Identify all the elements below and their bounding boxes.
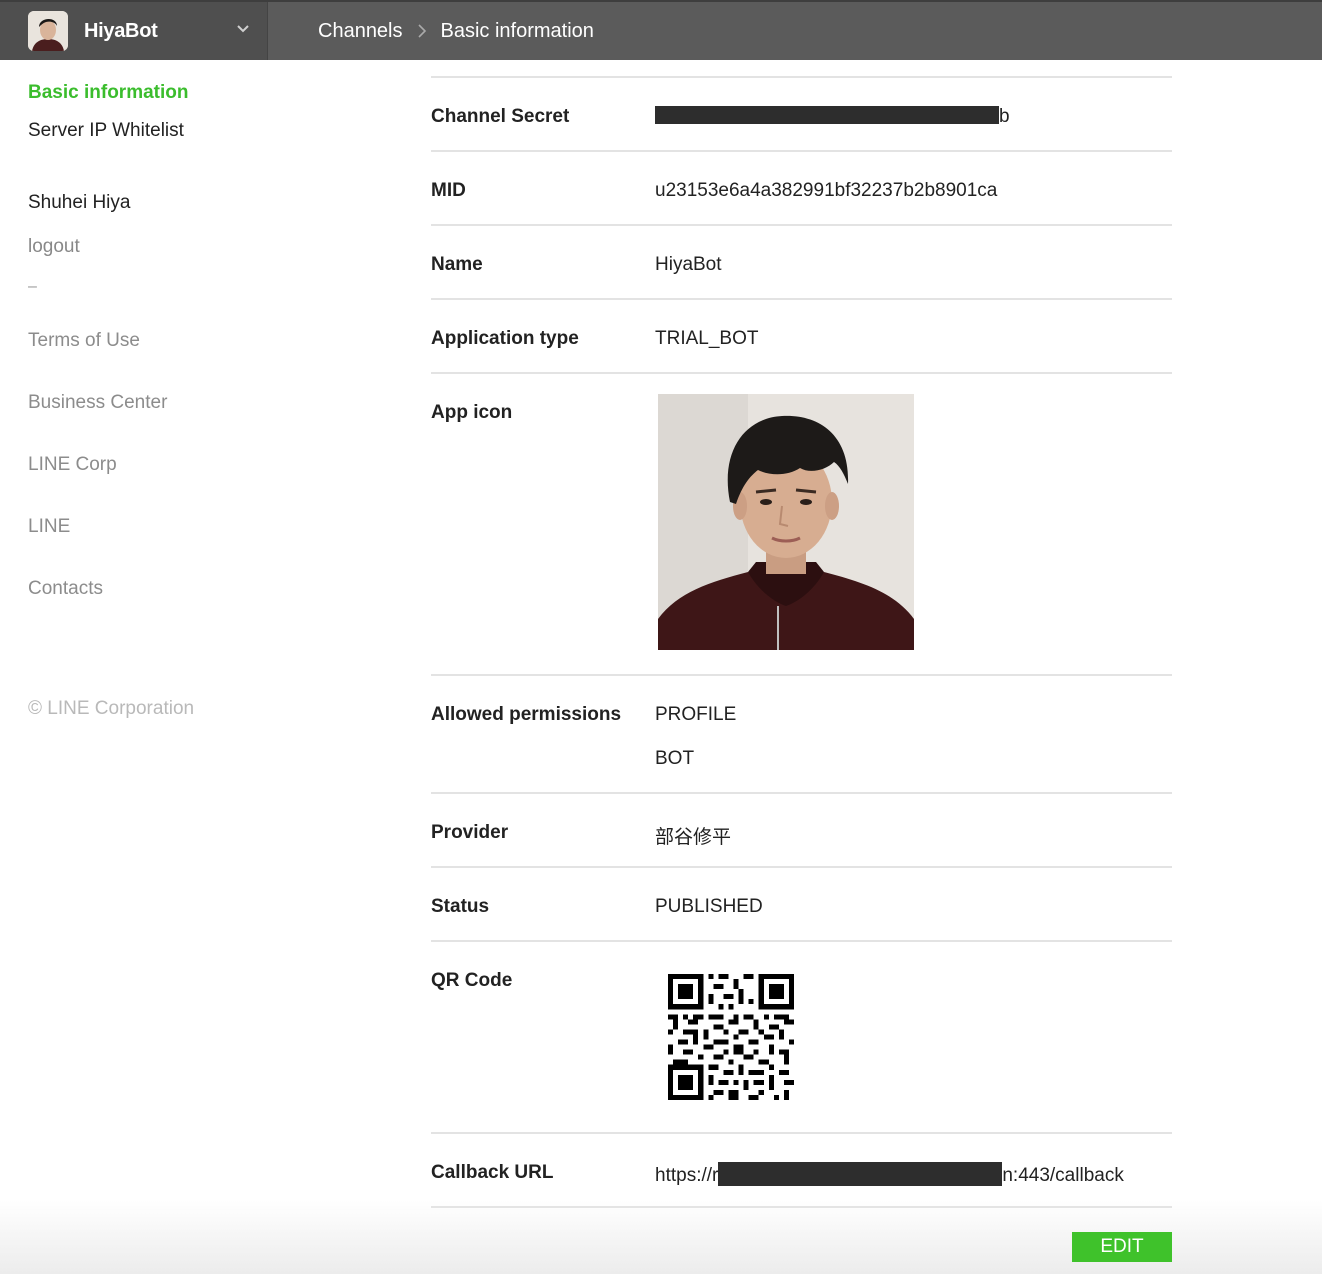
contacts-link[interactable]: Contacts <box>28 578 103 600</box>
row-mid: MID u23153e6a4a382991bf32237b2b8901ca <box>431 150 1172 224</box>
row-callback-url: Callback URL https://r n:443/callback <box>431 1132 1172 1206</box>
account-name: HiyaBot <box>84 20 158 42</box>
sidebar-divider: – <box>28 278 37 295</box>
row-qr-code: QR Code <box>431 940 1172 1132</box>
app-icon-image <box>658 394 914 650</box>
qr-code-image <box>668 974 794 1100</box>
provider-label: Provider <box>431 822 509 843</box>
business-center-link[interactable]: Business Center <box>28 392 167 414</box>
app-icon-label: App icon <box>431 402 513 423</box>
breadcrumb: Channels Basic information <box>318 20 594 43</box>
allowed-permissions-label: Allowed permissions <box>431 704 622 725</box>
breadcrumb-basic-information: Basic information <box>440 20 594 42</box>
mid-label: MID <box>431 180 466 201</box>
application-type-value: TRIAL_BOT <box>655 328 759 349</box>
permission-profile: PROFILE <box>655 704 737 725</box>
provider-value: 部谷修平 <box>655 827 732 848</box>
channel-secret-suffix: b <box>999 106 1010 127</box>
qr-code-label: QR Code <box>431 970 513 991</box>
redaction-bar <box>655 106 999 124</box>
row-allowed-permissions: Allowed permissions PROFILE BOT <box>431 674 1172 792</box>
breadcrumb-channels[interactable]: Channels <box>318 20 403 42</box>
callback-url-value: https://r n:443/callback <box>655 1162 1124 1187</box>
callback-url-label: Callback URL <box>431 1162 554 1183</box>
row-status: Status PUBLISHED <box>431 866 1172 940</box>
user-name: Shuhei Hiya <box>28 192 131 213</box>
top-bar: HiyaBot Channels Basic information <box>0 0 1322 60</box>
chevron-down-icon[interactable] <box>236 24 250 34</box>
line-link[interactable]: LINE <box>28 516 70 538</box>
logout-link[interactable]: logout <box>28 236 80 258</box>
edit-button[interactable]: EDIT <box>1072 1232 1172 1262</box>
row-name: Name HiyaBot <box>431 224 1172 298</box>
channel-secret-label: Channel Secret <box>431 106 570 127</box>
row-channel-secret: Channel Secret b <box>431 76 1172 150</box>
sidebar-item-server-ip-whitelist[interactable]: Server IP Whitelist <box>28 120 184 142</box>
application-type-label: Application type <box>431 328 579 349</box>
callback-url-suffix: n:443/callback <box>1002 1165 1124 1186</box>
line-corp-link[interactable]: LINE Corp <box>28 454 117 476</box>
redaction-bar <box>718 1162 1003 1186</box>
account-avatar <box>28 11 68 51</box>
mid-value: u23153e6a4a382991bf32237b2b8901ca <box>655 180 998 201</box>
name-value: HiyaBot <box>655 254 722 275</box>
status-label: Status <box>431 896 490 917</box>
name-label: Name <box>431 254 483 275</box>
status-value: PUBLISHED <box>655 896 763 917</box>
row-application-type: Application type TRIAL_BOT <box>431 298 1172 372</box>
row-provider: Provider 部谷修平 <box>431 792 1172 866</box>
sidebar-item-basic-information[interactable]: Basic information <box>28 82 188 104</box>
callback-url-prefix: https://r <box>655 1165 719 1186</box>
chevron-right-icon <box>417 24 426 38</box>
terms-of-use-link[interactable]: Terms of Use <box>28 330 140 352</box>
account-switcher[interactable]: HiyaBot <box>0 2 268 60</box>
copyright: © LINE Corporation <box>28 698 195 719</box>
permission-bot: BOT <box>655 748 695 769</box>
channel-secret-value: b <box>655 106 1010 128</box>
